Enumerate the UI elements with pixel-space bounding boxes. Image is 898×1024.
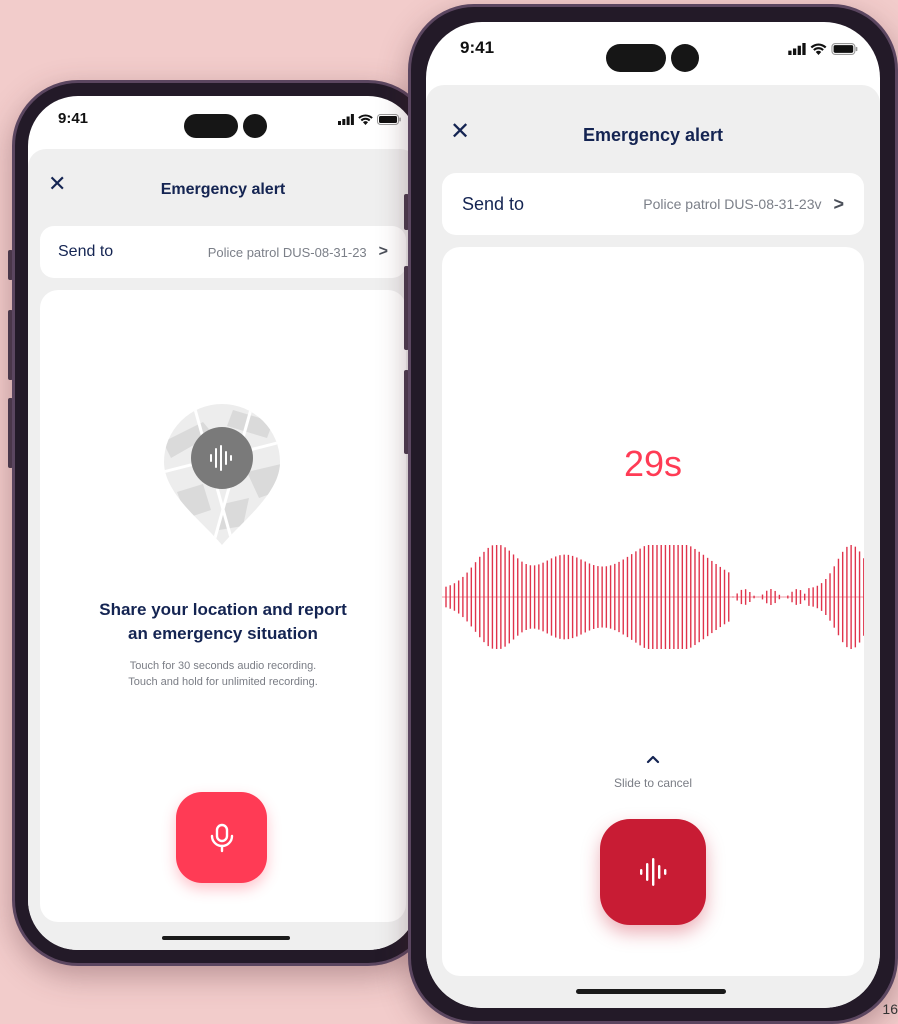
- intro-heading-line2: an emergency situation: [128, 624, 318, 643]
- recording-button[interactable]: [600, 819, 706, 925]
- phone-screen: 9:41 ✕ Emergency alert Send to Police pa…: [28, 96, 418, 950]
- alert-sheet: ✕ Emergency alert Send to Police patrol …: [28, 149, 418, 950]
- send-to-label: Send to: [462, 193, 525, 214]
- send-to-value-group: Police patrol DUS-08-31-23 >: [208, 243, 388, 261]
- camera-dot: [671, 44, 699, 72]
- dynamic-island: [606, 44, 666, 72]
- status-time: 9:41: [460, 38, 495, 57]
- wifi-icon: [358, 114, 373, 125]
- chevron-up-icon[interactable]: [646, 754, 660, 764]
- chevron-right-icon: >: [378, 243, 388, 260]
- recording-timer: 29s: [623, 443, 683, 484]
- content-card: Share your location and report an emerge…: [40, 290, 406, 922]
- intro-sub-line2: Touch and hold for unlimited recording.: [128, 676, 318, 688]
- send-to-row[interactable]: Send to Police patrol DUS-08-31-23 >: [40, 226, 406, 278]
- sheet-title: Emergency alert: [160, 181, 286, 198]
- recording-card: 29s Slide to cancel: [442, 247, 864, 976]
- chevron-right-icon: >: [833, 193, 844, 214]
- microphone-icon: [210, 823, 233, 852]
- phone-right: 9:41 ✕ Emergency alert Send to Police pa…: [404, 4, 898, 1024]
- intro-sub-line1: Touch for 30 seconds audio recording.: [129, 660, 317, 672]
- status-time: 9:41: [58, 110, 89, 127]
- record-button[interactable]: [176, 792, 267, 883]
- sheet-title: Emergency alert: [582, 125, 724, 145]
- map-pin-audio-icon: [164, 404, 280, 545]
- status-icons: [338, 114, 401, 125]
- alert-sheet: ✕ Emergency alert Send to Police patrol …: [426, 85, 880, 1008]
- home-indicator: [162, 936, 290, 940]
- send-to-row[interactable]: Send to Police patrol DUS-08-31-23v >: [442, 173, 864, 235]
- send-to-value: Police patrol DUS-08-31-23v: [643, 196, 822, 212]
- battery-icon: [831, 43, 858, 55]
- phone-screen: 9:41 ✕ Emergency alert Send to Police pa…: [426, 22, 880, 1008]
- audio-waveform: [442, 545, 864, 649]
- audio-wave-icon: [640, 858, 667, 886]
- wifi-icon: [810, 43, 827, 55]
- intro-heading-line1: Share your location and report: [99, 600, 347, 619]
- dynamic-island: [184, 114, 238, 138]
- slide-to-cancel-label: Slide to cancel: [613, 776, 693, 790]
- send-to-value: Police patrol DUS-08-31-23: [207, 244, 367, 260]
- signal-icon: [338, 114, 354, 125]
- home-indicator: [576, 989, 726, 994]
- signal-icon: [788, 43, 806, 55]
- page-number: 16: [882, 1001, 898, 1017]
- status-icons: [788, 43, 858, 55]
- phone-left: 9:41 ✕ Emergency alert Send to Police pa…: [8, 80, 434, 966]
- battery-icon: [377, 114, 401, 125]
- camera-dot: [243, 114, 267, 138]
- send-to-label: Send to: [58, 243, 114, 260]
- send-to-value-group: Police patrol DUS-08-31-23v >: [643, 194, 844, 215]
